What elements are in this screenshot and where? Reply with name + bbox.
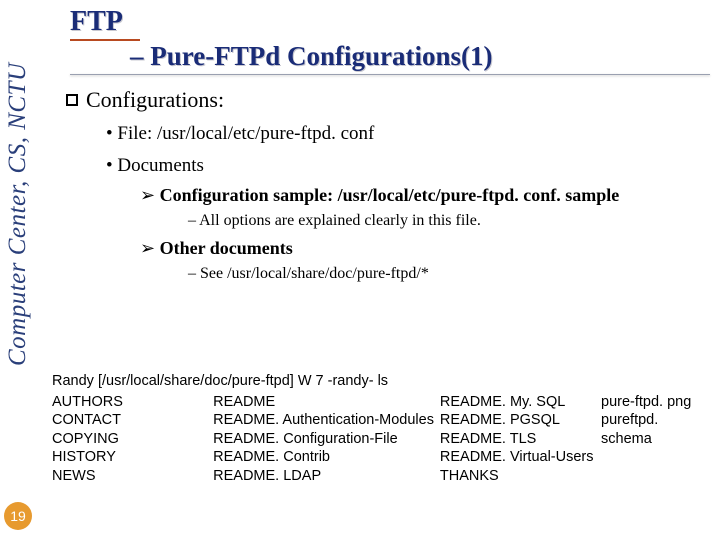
listing-col-1: AUTHORS CONTACT COPYING HISTORY NEWS	[52, 393, 213, 486]
listing-col-4: pure-ftpd. png pureftpd. schema	[601, 393, 706, 486]
list-item: README. Virtual-Users	[440, 448, 601, 467]
terminal-prompt: Randy [/usr/local/share/doc/pure-ftpd] W…	[52, 372, 706, 391]
bullet-configurations-label: Configurations:	[86, 87, 224, 112]
listing-col-2: README README. Authentication-Modules RE…	[213, 393, 440, 486]
list-item: CONTACT	[52, 411, 213, 430]
list-item: README. My. SQL	[440, 393, 601, 412]
listing-columns: AUTHORS CONTACT COPYING HISTORY NEWS REA…	[52, 393, 706, 486]
list-item: THANKS	[440, 467, 601, 486]
page-number-badge: 19	[4, 502, 32, 530]
list-item: README. Configuration-File	[213, 430, 440, 449]
list-item: HISTORY	[52, 448, 213, 467]
side-institution-label: Computer Center, CS, NCTU	[4, 6, 34, 366]
title-sub: – Pure-FTPd Configurations(1)	[130, 41, 710, 72]
list-item: pure-ftpd. png	[601, 393, 706, 412]
bullet-documents: Documents	[106, 155, 710, 177]
terminal-listing: Randy [/usr/local/share/doc/pure-ftpd] W…	[52, 372, 706, 485]
square-bullet-icon	[66, 94, 78, 106]
list-item: README. LDAP	[213, 467, 440, 486]
bullet-configurations: Configurations:	[66, 87, 710, 113]
list-item: README. Contrib	[213, 448, 440, 467]
bullet-config-sample: Configuration sample: /usr/local/etc/pur…	[140, 185, 710, 206]
list-item: README. TLS	[440, 430, 601, 449]
bullet-other-documents-note: See /usr/local/share/doc/pure-ftpd/*	[188, 265, 710, 283]
list-item: NEWS	[52, 467, 213, 486]
list-item: README. Authentication-Modules	[213, 411, 440, 430]
body: Configurations: File: /usr/local/etc/pur…	[60, 87, 710, 283]
bullet-file: File: /usr/local/etc/pure-ftpd. conf	[106, 123, 710, 145]
bullet-other-documents: Other documents	[140, 238, 710, 259]
content-area: FTP – Pure-FTPd Configurations(1) Config…	[60, 6, 710, 283]
list-item: COPYING	[52, 430, 213, 449]
list-item: README. PGSQL	[440, 411, 601, 430]
bullet-config-sample-note: All options are explained clearly in thi…	[188, 212, 710, 230]
title-main: FTP	[70, 6, 123, 39]
title-block: FTP – Pure-FTPd Configurations(1)	[70, 6, 710, 75]
list-item: pureftpd. schema	[601, 411, 706, 448]
list-item: README	[213, 393, 440, 412]
listing-col-3: README. My. SQL README. PGSQL README. TL…	[440, 393, 601, 486]
slide: Computer Center, CS, NCTU FTP – Pure-FTP…	[0, 0, 720, 540]
title-divider	[70, 74, 710, 75]
list-item: AUTHORS	[52, 393, 213, 412]
